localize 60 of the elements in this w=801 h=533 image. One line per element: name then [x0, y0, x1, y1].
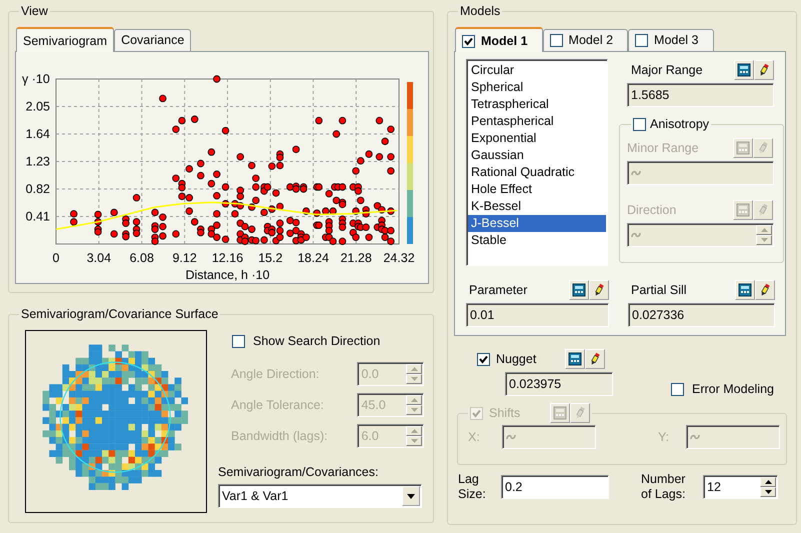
axis-tick-label: 21.28: [340, 251, 372, 265]
tab[interactable]: Semivariogram: [16, 27, 114, 52]
list-item[interactable]: K-Bessel: [468, 198, 606, 215]
group-title: View: [21, 4, 48, 19]
axis-tick-label: 0.82: [26, 182, 50, 196]
tab[interactable]: Covariance: [114, 29, 192, 51]
input-field[interactable]: 0.01: [466, 303, 609, 327]
axis-tick-label: 24.32: [383, 251, 415, 265]
list-item[interactable]: Exponential: [468, 130, 606, 147]
list-item[interactable]: Pentaspherical: [468, 113, 606, 130]
tab[interactable]: Model 3: [628, 29, 714, 51]
checkbox-label: Shifts: [489, 406, 520, 420]
input-field[interactable]: 0.027336: [628, 303, 775, 327]
tab[interactable]: Model 1: [455, 27, 543, 52]
list-item[interactable]: Hole Effect: [468, 181, 606, 198]
field-label: Lag Size:: [458, 472, 487, 502]
input-field[interactable]: 1.5685: [627, 83, 774, 107]
axis-tick-label: 18.24: [298, 251, 329, 265]
list-item[interactable]: Stable: [468, 232, 606, 249]
field-label: Minor Range: [627, 140, 699, 156]
checkbox-label: Nugget: [496, 351, 538, 367]
spin-field[interactable]: 12: [703, 475, 778, 499]
checkbox-label: Anisotropy: [650, 117, 710, 132]
axis-tick-label: 0.41: [26, 210, 50, 224]
field-label: Partial Sill: [631, 282, 687, 298]
field-label: X:: [468, 429, 481, 445]
input-field[interactable]: 0.2: [501, 475, 609, 499]
list-item[interactable]: Spherical: [468, 79, 606, 96]
checkbox-label: Show Search Direction: [253, 333, 380, 349]
field-label: Direction: [627, 202, 676, 218]
axis-tick-label: 1.23: [26, 154, 50, 168]
axis-tick-label: 3.04: [86, 251, 112, 265]
group-title: Semivariogram/Covariance Surface: [21, 307, 218, 322]
list-item[interactable]: Circular: [468, 62, 606, 79]
checkbox-label: Error Modeling: [692, 381, 774, 397]
axis-title: γ ·10: [22, 72, 50, 86]
axis-tick-label: 0: [52, 251, 60, 265]
dropdown[interactable]: Var1 & Var1: [218, 484, 422, 508]
field-label: Bandwidth (lags):: [231, 428, 329, 444]
axis-tick-label: 2.05: [26, 100, 50, 114]
axis-tick-label: 1.64: [26, 127, 50, 141]
field-label: Semivariogram/Covariances:: [218, 464, 380, 480]
field-label: Parameter: [469, 282, 528, 298]
group-title: Models: [460, 4, 500, 19]
list-item[interactable]: Tetraspherical: [468, 96, 606, 113]
field-label: Y:: [658, 429, 670, 445]
axis-tick-label: 15.2: [258, 251, 283, 265]
axis-title: Distance, h ·10: [185, 268, 270, 282]
field-label: Angle Direction:: [231, 366, 320, 382]
tab[interactable]: Model 2: [542, 29, 628, 51]
axis-tick-label: 9.12: [172, 251, 197, 265]
axis-tick-label: 12.16: [212, 251, 244, 265]
input-field[interactable]: 0.023975: [505, 372, 613, 396]
list-item[interactable]: Gaussian: [468, 147, 606, 164]
field-label: Angle Tolerance:: [231, 397, 325, 413]
axis-tick-label: 6.08: [130, 251, 154, 265]
field-label: Major Range: [631, 62, 703, 78]
field-label: Number of Lags:: [641, 472, 686, 502]
list-item[interactable]: Rational Quadratic: [468, 164, 606, 181]
list-item[interactable]: J-Bessel: [468, 215, 606, 232]
